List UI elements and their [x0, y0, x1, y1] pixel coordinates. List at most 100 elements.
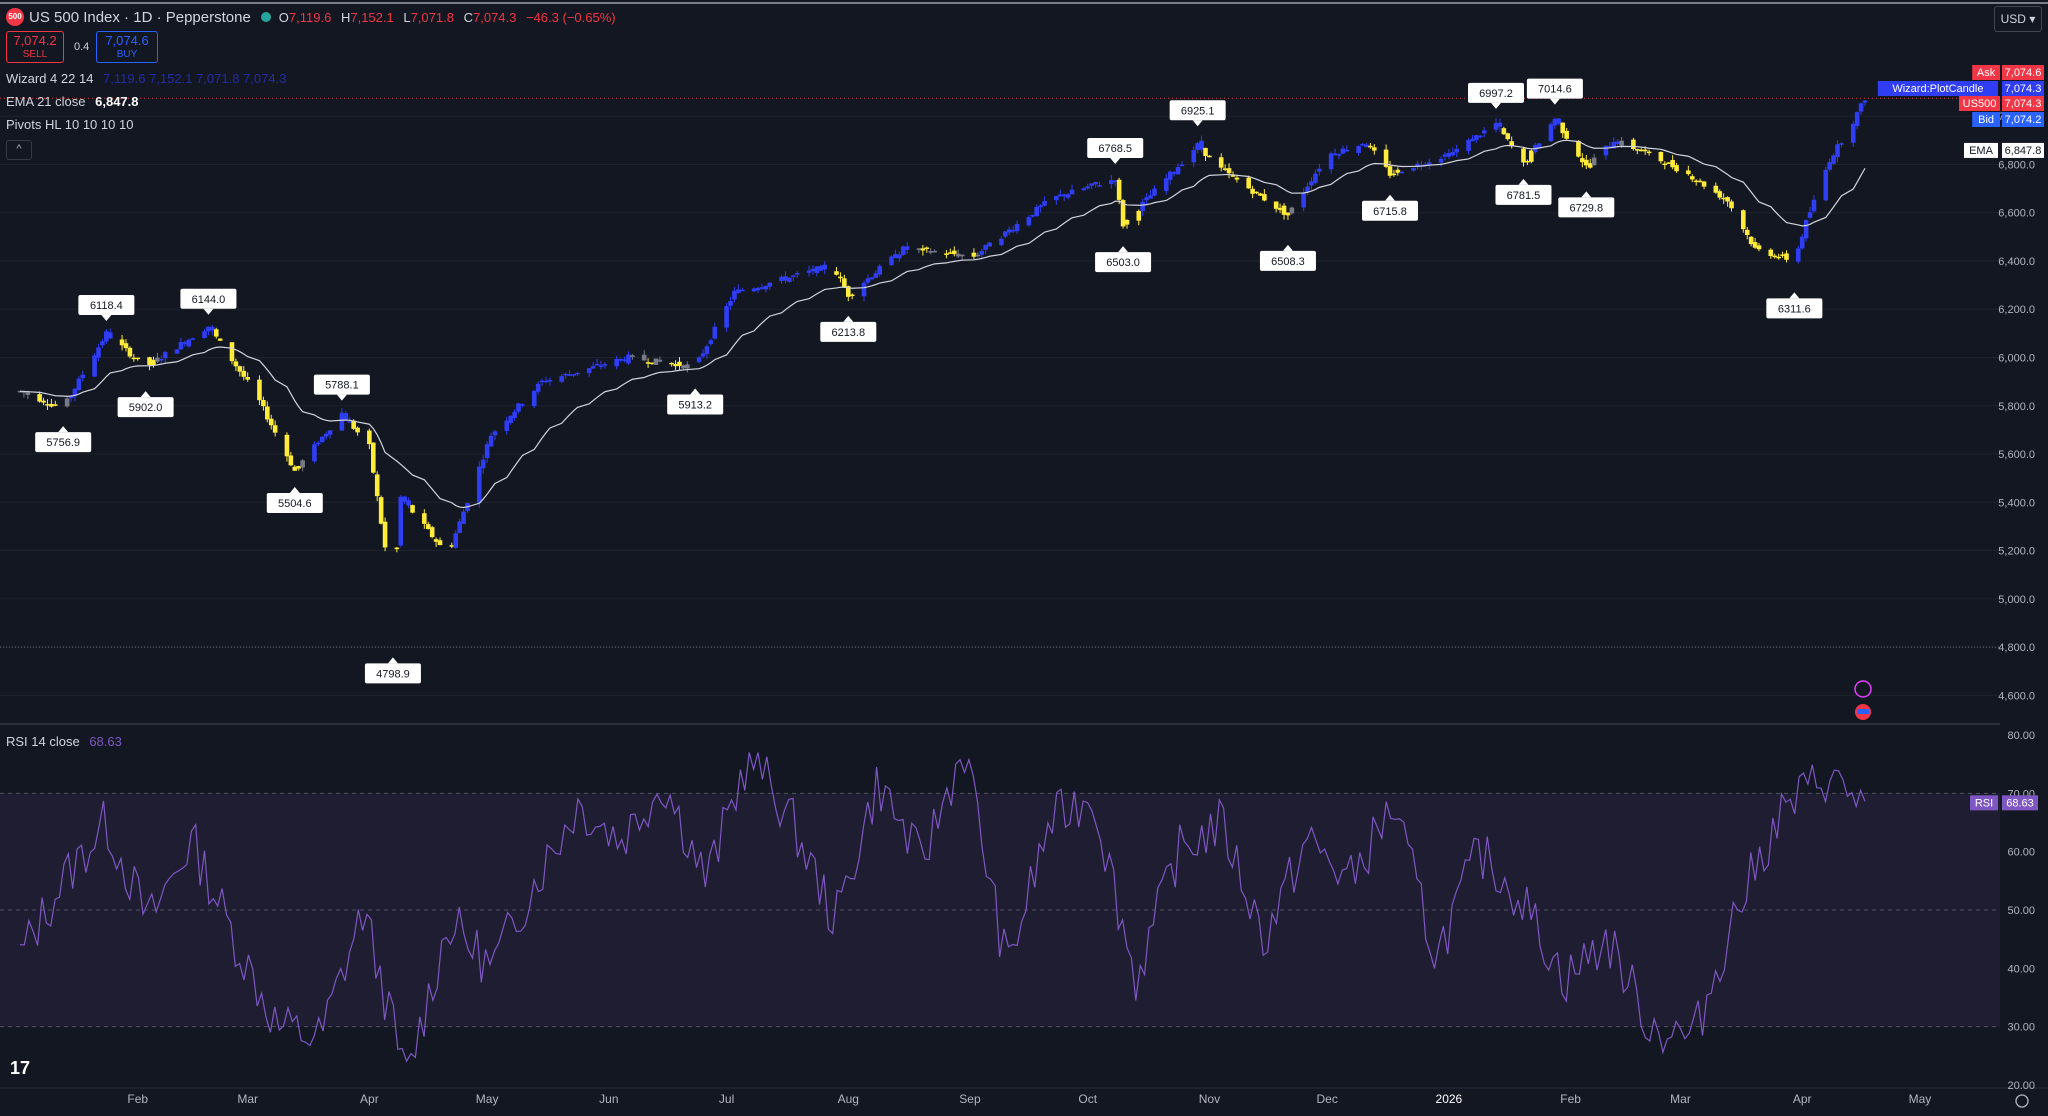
candle-body[interactable] [1167, 171, 1173, 180]
candle-body[interactable] [1344, 149, 1350, 152]
candle-body[interactable] [1642, 149, 1648, 152]
candle-body[interactable] [229, 342, 235, 362]
candle-body[interactable] [1360, 143, 1365, 146]
candle-body[interactable] [873, 273, 879, 278]
candle-body[interactable] [1124, 219, 1130, 225]
candle-body[interactable] [1635, 149, 1640, 151]
candle-body[interactable] [1481, 130, 1487, 134]
candle-body[interactable] [669, 362, 674, 365]
sell-button[interactable]: 7,074.2 SELL [6, 31, 64, 63]
flash-event-icon[interactable] [1854, 680, 1872, 698]
candle-body[interactable] [948, 252, 953, 254]
candle-body[interactable] [1116, 179, 1122, 200]
candle-body[interactable] [649, 362, 655, 365]
candle-body[interactable] [1042, 201, 1047, 206]
candle-body[interactable] [724, 306, 729, 328]
candle-body[interactable] [1697, 180, 1703, 183]
candle-body[interactable] [598, 365, 604, 367]
candle-body[interactable] [1336, 154, 1342, 156]
candle-body[interactable] [787, 277, 792, 282]
candle-body[interactable] [504, 420, 510, 431]
candle-body[interactable] [1006, 229, 1012, 233]
candle-body[interactable] [1721, 197, 1726, 200]
candle-body[interactable] [202, 331, 207, 338]
candle-body[interactable] [1281, 205, 1287, 215]
candle-body[interactable] [182, 342, 188, 345]
candle-body[interactable] [367, 430, 372, 445]
candle-body[interactable] [1466, 140, 1471, 151]
candle-body[interactable] [1368, 145, 1373, 148]
candle-body[interactable] [1477, 135, 1483, 138]
candle-body[interactable] [630, 355, 635, 357]
candle-body[interactable] [492, 431, 498, 436]
candle-body[interactable] [810, 268, 816, 272]
candle-body[interactable] [1226, 168, 1232, 174]
candle-body[interactable] [1756, 245, 1762, 250]
candle-body[interactable] [622, 359, 627, 362]
candle-body[interactable] [1529, 150, 1534, 162]
candle-body[interactable] [602, 364, 608, 366]
candle-body[interactable] [1399, 171, 1405, 174]
candle-body[interactable] [131, 357, 137, 360]
candle-body[interactable] [213, 329, 219, 337]
candle-body[interactable] [1615, 141, 1620, 144]
candle-body[interactable] [25, 392, 31, 395]
candle-body[interactable] [1583, 159, 1589, 166]
candle-body[interactable] [1258, 193, 1263, 196]
candle-body[interactable] [677, 361, 682, 367]
candle-body[interactable] [987, 242, 992, 247]
candle-body[interactable] [1273, 201, 1279, 209]
candle-body[interactable] [1658, 151, 1664, 162]
candle-body[interactable] [1289, 207, 1295, 214]
candle-body[interactable] [1536, 143, 1542, 148]
candle-body[interactable] [1038, 205, 1043, 208]
candle-body[interactable] [1026, 217, 1032, 226]
candle-body[interactable] [1525, 160, 1530, 163]
candle-body[interactable] [96, 347, 101, 358]
candle-body[interactable] [708, 340, 714, 345]
candle-body[interactable] [1799, 236, 1805, 249]
candle-body[interactable] [162, 352, 168, 359]
candle-body[interactable] [1140, 201, 1146, 212]
candle-body[interactable] [865, 278, 871, 283]
candle-body[interactable] [1556, 118, 1562, 124]
candle-body[interactable] [1387, 166, 1393, 176]
candle-body[interactable] [547, 379, 553, 382]
candle-body[interactable] [1717, 191, 1723, 198]
candle-body[interactable] [1631, 139, 1636, 150]
candle-body[interactable] [818, 266, 824, 271]
candle-body[interactable] [210, 326, 215, 331]
candle-body[interactable] [1003, 231, 1008, 237]
candle-body[interactable] [1191, 150, 1197, 163]
candle-body[interactable] [1438, 158, 1444, 163]
candle-body[interactable] [1521, 148, 1526, 163]
candle-body[interactable] [1474, 135, 1479, 140]
candle-body[interactable] [791, 275, 796, 277]
candle-body[interactable] [265, 406, 270, 420]
candle-body[interactable] [233, 361, 239, 367]
candle-body[interactable] [410, 505, 415, 513]
candle-body[interactable] [476, 466, 482, 504]
candle-body[interactable] [759, 287, 765, 289]
candle-body[interactable] [567, 374, 572, 376]
candle-body[interactable] [437, 540, 443, 546]
candle-body[interactable] [1854, 112, 1860, 126]
candle-body[interactable] [323, 433, 329, 437]
candle-body[interactable] [732, 290, 737, 300]
candle-body[interactable] [119, 339, 125, 346]
candle-body[interactable] [374, 474, 380, 497]
settings-gear-icon[interactable] [2015, 1094, 2029, 1108]
candle-body[interactable] [590, 366, 596, 369]
candle-body[interactable] [1446, 152, 1452, 157]
candle-body[interactable] [1493, 122, 1499, 130]
candle-body[interactable] [700, 353, 706, 357]
candle-body[interactable] [190, 338, 196, 340]
candle-body[interactable] [920, 248, 926, 251]
candle-body[interactable] [1108, 180, 1114, 185]
candle-body[interactable] [1795, 248, 1801, 262]
candle-body[interactable] [1560, 122, 1566, 134]
candle-body[interactable] [257, 379, 262, 401]
candle-body[interactable] [237, 366, 243, 372]
candle-body[interactable] [767, 282, 773, 287]
candle-body[interactable] [1313, 173, 1318, 184]
